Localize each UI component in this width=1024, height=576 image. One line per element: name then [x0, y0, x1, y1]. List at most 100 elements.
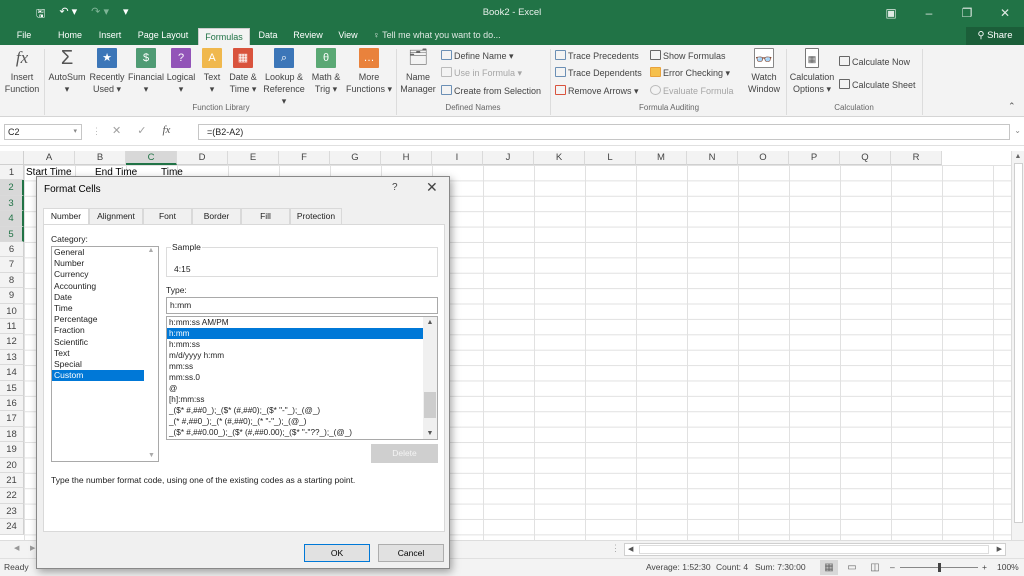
split-handle-icon[interactable]: ⋮	[611, 543, 620, 554]
type-list-item[interactable]: _(* #,##0_);_(* (#,##0);_(* "-"_);_(@_)	[167, 416, 423, 427]
help-icon[interactable]: ?	[392, 182, 398, 193]
column-header-n[interactable]: N	[687, 151, 738, 165]
scroll-right-icon[interactable]: ▶	[997, 545, 1002, 553]
calculate-now-button[interactable]: Calculate Now	[839, 56, 910, 68]
row-header-17[interactable]: 17	[0, 411, 24, 427]
lookup-reference-button[interactable]: ⌕ Lookup & Reference ▾	[260, 48, 308, 107]
type-list-item[interactable]: _($* #,##0_);_($* (#,##0);_($* "-"_);_(@…	[167, 405, 423, 416]
type-list-item[interactable]: _($* #,##0.00_);_($* (#,##0.00);_($* "-"…	[167, 427, 423, 438]
define-name-button[interactable]: Define Name ▾	[441, 50, 514, 62]
more-functions-button[interactable]: … More Functions ▾	[344, 48, 394, 95]
confirm-entry-icon[interactable]: ✓	[137, 124, 146, 137]
row-header-22[interactable]: 22	[0, 488, 24, 504]
category-item-percentage[interactable]: Percentage	[52, 314, 144, 325]
normal-view-icon[interactable]: ▦	[820, 560, 838, 575]
type-list-item[interactable]: mm:ss	[167, 361, 423, 372]
row-header-7[interactable]: 7	[0, 257, 24, 273]
remove-arrows-button[interactable]: Remove Arrows ▾	[555, 85, 639, 97]
math-trig-button[interactable]: θ Math & Trig ▾	[308, 48, 344, 95]
trace-dependents-button[interactable]: Trace Dependents	[555, 67, 642, 79]
category-list[interactable]: General Number Currency Accounting Date Time P…	[51, 246, 159, 462]
tab-home[interactable]: Home	[52, 27, 88, 45]
category-item-time[interactable]: Time	[52, 303, 144, 314]
row-header-12[interactable]: 12	[0, 334, 24, 350]
column-header-o[interactable]: O	[738, 151, 789, 165]
column-header-b[interactable]: B	[75, 151, 126, 165]
page-layout-view-icon[interactable]: ▭	[843, 560, 861, 575]
row-header-23[interactable]: 23	[0, 503, 24, 520]
ribbon-display-options-icon[interactable]: ▣	[872, 0, 910, 27]
collapse-ribbon-icon[interactable]: ⌃	[1008, 101, 1016, 112]
financial-button[interactable]: $ Financial ▾	[126, 48, 166, 95]
row-header-10[interactable]: 10	[0, 303, 24, 319]
row-header-11[interactable]: 11	[0, 319, 24, 335]
close-button[interactable]: ✕	[986, 0, 1024, 27]
tab-border[interactable]: Border	[192, 208, 241, 224]
zoom-out-button[interactable]: –	[890, 559, 895, 576]
column-header-l[interactable]: L	[585, 151, 636, 165]
share-button[interactable]: ⚲ Share	[966, 27, 1024, 45]
close-icon[interactable]: ✕	[426, 179, 438, 196]
name-manager-button[interactable]: 🗂 Name Manager	[397, 48, 439, 95]
tab-file[interactable]: File	[10, 27, 38, 45]
minimize-button[interactable]: –	[910, 0, 948, 27]
ok-button[interactable]: OK	[304, 544, 370, 562]
row-header-9[interactable]: 9	[0, 288, 24, 304]
tab-formulas[interactable]: Formulas	[198, 28, 250, 45]
cancel-button[interactable]: Cancel	[378, 544, 444, 562]
type-list-item[interactable]: [h]:mm:ss	[167, 394, 423, 405]
next-sheet-icon[interactable]: ▶	[30, 544, 35, 552]
horizontal-scroll-thumb[interactable]	[639, 545, 989, 554]
scroll-down-icon[interactable]: ▼	[148, 452, 155, 459]
column-header-g[interactable]: G	[330, 151, 381, 165]
evaluate-formula-button[interactable]: Evaluate Formula	[650, 85, 734, 97]
category-scrollbar[interactable]: ▲ ▼	[144, 247, 158, 461]
row-header-3[interactable]: 3	[0, 195, 24, 212]
create-from-selection-button[interactable]: Create from Selection	[441, 85, 541, 97]
delete-button[interactable]: Delete	[371, 444, 438, 463]
column-header-e[interactable]: E	[228, 151, 279, 165]
tab-data[interactable]: Data	[254, 27, 282, 45]
chevron-down-icon[interactable]: ▾	[73, 125, 77, 139]
zoom-in-button[interactable]: +	[982, 559, 987, 576]
zoom-level[interactable]: 100%	[997, 559, 1019, 576]
type-input[interactable]: h:mm	[166, 297, 438, 314]
column-header-d[interactable]: D	[177, 151, 228, 165]
type-list[interactable]: h:mm:ss AM/PM h:mm h:mm:ss m/d/yyyy h:mm mm:…	[166, 316, 438, 440]
category-item-accounting[interactable]: Accounting	[52, 281, 144, 292]
tell-me-search[interactable]: ♀ Tell me what you want to do...	[373, 27, 501, 44]
tab-font[interactable]: Font	[143, 208, 192, 224]
row-header-2[interactable]: 2	[0, 180, 24, 196]
select-all-corner[interactable]	[0, 151, 24, 165]
scroll-left-icon[interactable]: ◀	[628, 545, 633, 553]
vertical-scrollbar[interactable]: ▲	[1011, 151, 1024, 540]
tab-page-layout[interactable]: Page Layout	[133, 27, 193, 45]
restore-button[interactable]: ❐	[948, 0, 986, 27]
row-header-14[interactable]: 14	[0, 365, 24, 381]
drag-handle-icon[interactable]: ⋮	[92, 126, 101, 137]
column-header-c[interactable]: C	[126, 151, 177, 165]
tab-fill[interactable]: Fill	[241, 208, 290, 224]
category-item-date[interactable]: Date	[52, 292, 144, 303]
error-checking-button[interactable]: Error Checking ▾	[650, 67, 730, 79]
column-header-h[interactable]: H	[381, 151, 432, 165]
category-item-currency[interactable]: Currency	[52, 269, 144, 280]
column-header-m[interactable]: M	[636, 151, 687, 165]
category-item-text[interactable]: Text	[52, 348, 144, 359]
column-header-a[interactable]: A	[24, 151, 75, 165]
tab-protection[interactable]: Protection	[290, 208, 342, 224]
type-list-item[interactable]: h:mm:ss	[167, 339, 423, 350]
scroll-up-icon[interactable]: ▲	[1012, 153, 1024, 160]
scroll-down-icon[interactable]: ▼	[423, 430, 437, 437]
column-header-k[interactable]: K	[534, 151, 585, 165]
type-list-item[interactable]: @	[167, 383, 423, 394]
row-header-13[interactable]: 13	[0, 349, 24, 366]
calculate-sheet-button[interactable]: Calculate Sheet	[839, 79, 916, 91]
tab-view[interactable]: View	[333, 27, 363, 45]
row-header-20[interactable]: 20	[0, 457, 24, 473]
category-item-general[interactable]: General	[52, 247, 144, 258]
column-header-f[interactable]: F	[279, 151, 330, 165]
row-header-24[interactable]: 24	[0, 519, 24, 535]
text-button[interactable]: A Text ▾	[198, 48, 226, 95]
category-item-custom[interactable]: Custom	[52, 370, 144, 382]
